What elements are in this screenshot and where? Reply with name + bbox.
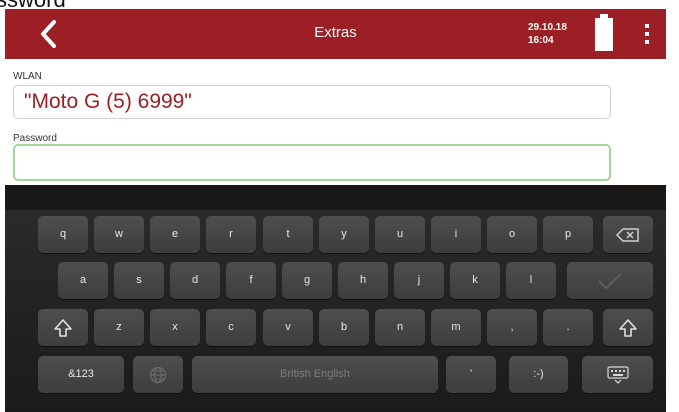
space-key[interactable]: British English bbox=[192, 356, 438, 393]
key-n[interactable]: n bbox=[375, 309, 425, 346]
emoticon-key[interactable]: :-) bbox=[509, 356, 568, 393]
key-v[interactable]: v bbox=[263, 309, 313, 346]
key-z[interactable]: z bbox=[94, 309, 144, 346]
key-y[interactable]: y bbox=[319, 216, 369, 253]
shift-key-right[interactable] bbox=[603, 309, 653, 346]
shift-icon bbox=[54, 318, 72, 337]
status-time: 16:04 bbox=[528, 35, 554, 46]
key-comma[interactable]: , bbox=[487, 309, 537, 346]
key-x[interactable]: x bbox=[150, 309, 200, 346]
symbols-key[interactable]: &123 bbox=[38, 356, 124, 393]
key-e[interactable]: e bbox=[150, 216, 200, 253]
overflow-menu-button[interactable] bbox=[637, 21, 657, 47]
key-period[interactable]: . bbox=[543, 309, 593, 346]
backspace-key[interactable] bbox=[603, 216, 653, 253]
key-k[interactable]: k bbox=[450, 262, 500, 299]
shift-key-left[interactable] bbox=[38, 309, 88, 346]
checkmark-icon bbox=[598, 272, 622, 289]
key-g[interactable]: g bbox=[282, 262, 332, 299]
key-w[interactable]: w bbox=[94, 216, 144, 253]
key-i[interactable]: i bbox=[431, 216, 481, 253]
status-datetime: 29.10.18 16:04 bbox=[528, 21, 567, 47]
key-l[interactable]: l bbox=[506, 262, 556, 299]
page-header-crop-text: ssword bbox=[0, 0, 66, 9]
key-s[interactable]: s bbox=[114, 262, 164, 299]
page-header-crop: ssword bbox=[0, 0, 679, 9]
enter-key[interactable] bbox=[567, 262, 653, 299]
wlan-field[interactable]: "Moto G (5) 6999" bbox=[13, 85, 611, 119]
key-o[interactable]: o bbox=[487, 216, 537, 253]
soft-keyboard: q w e r t y u i o p a s d f g h j k l z … bbox=[5, 185, 666, 412]
hide-keyboard-key[interactable] bbox=[582, 356, 653, 393]
key-apostrophe[interactable]: ' bbox=[446, 356, 496, 393]
key-r[interactable]: r bbox=[206, 216, 256, 253]
status-date: 29.10.18 bbox=[528, 22, 567, 33]
shift-icon bbox=[619, 318, 637, 337]
keyboard-hide-icon bbox=[606, 365, 629, 384]
password-field[interactable] bbox=[13, 144, 611, 181]
battery-full-icon bbox=[593, 14, 615, 52]
key-b[interactable]: b bbox=[319, 309, 369, 346]
keyboard-top-strip bbox=[5, 185, 666, 210]
password-label: Password bbox=[13, 133, 57, 144]
key-c[interactable]: c bbox=[206, 309, 256, 346]
key-t[interactable]: t bbox=[263, 216, 313, 253]
key-d[interactable]: d bbox=[170, 262, 220, 299]
key-j[interactable]: j bbox=[394, 262, 444, 299]
key-f[interactable]: f bbox=[226, 262, 276, 299]
key-u[interactable]: u bbox=[375, 216, 425, 253]
wlan-label: WLAN bbox=[13, 71, 42, 82]
backspace-icon bbox=[616, 227, 639, 242]
key-m[interactable]: m bbox=[431, 309, 481, 346]
key-q[interactable]: q bbox=[38, 216, 88, 253]
key-h[interactable]: h bbox=[338, 262, 388, 299]
more-vert-icon bbox=[645, 24, 649, 44]
wifi-form: WLAN "Moto G (5) 6999" Password bbox=[5, 59, 666, 185]
language-key[interactable] bbox=[133, 356, 183, 393]
key-p[interactable]: p bbox=[543, 216, 593, 253]
globe-icon bbox=[149, 366, 167, 383]
app-bar: Extras 29.10.18 16:04 bbox=[5, 9, 666, 59]
key-a[interactable]: a bbox=[58, 262, 108, 299]
